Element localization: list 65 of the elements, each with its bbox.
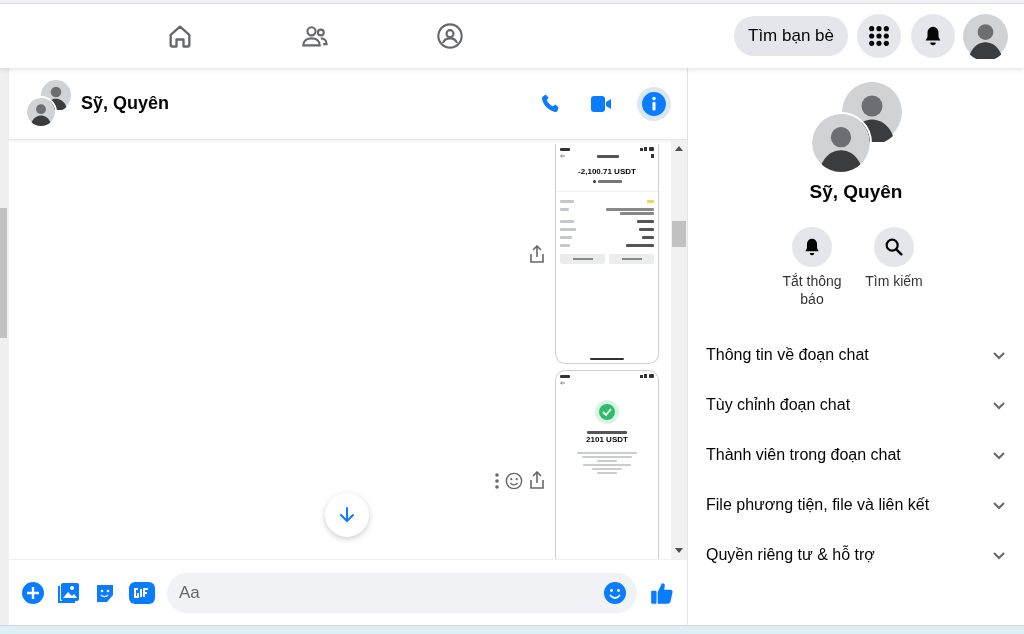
battery-icon [640,147,654,151]
phone-screenshot[interactable]: 2101 USDT [555,370,659,559]
info-button[interactable] [637,86,671,121]
mute-button[interactable] [792,226,832,267]
battery-icon [640,374,654,378]
section-row[interactable]: Tùy chỉnh đoạn chat [696,379,1016,430]
member-avatar[interactable] [810,112,872,174]
search-button[interactable] [874,226,914,267]
success-check-icon [594,399,620,425]
blurred-text [560,200,574,203]
find-friends-button[interactable]: Tìm bạn bè [734,16,848,56]
blurred-text [642,236,654,239]
section-row[interactable]: Thành viên trong đoạn chat [696,429,1016,480]
menu-button[interactable] [857,14,901,58]
message-input[interactable]: Aa [167,572,637,613]
info-icon [641,90,667,117]
emoji-icon[interactable] [603,580,627,605]
scroll-down-icon[interactable] [675,548,683,553]
amount-text: 2101 USDT [585,434,629,446]
phone-screenshot[interactable]: -2,100.71 USDT [555,144,659,364]
section-row[interactable]: Thông tin về đoạn chat [696,329,1016,380]
screen-button [609,254,654,264]
blurred-text [560,220,574,223]
blurred-text [639,228,654,231]
clock-icon [592,180,596,183]
section-row[interactable]: File phương tiện, file và liên kết [696,479,1016,530]
share-icon[interactable] [529,471,545,490]
scrollbar-thumb[interactable] [672,221,686,247]
back-icon [560,381,565,385]
image-icon[interactable] [57,580,81,605]
chat-name: Sỹ, Quyên [809,180,903,204]
scrollbar-thumb[interactable] [0,208,7,338]
action-label: Tắt thông báo [781,271,843,308]
profile-avatar[interactable] [963,13,1008,59]
back-icon [560,154,565,158]
status-time [560,147,570,151]
blurred-text [587,431,627,434]
chat-title: Sỹ, Quyên [81,92,171,115]
screen-button [560,254,605,264]
blurred-text [597,180,622,183]
share-icon[interactable] [529,245,545,264]
emoji-icon[interactable] [505,471,523,490]
blurred-text [597,154,619,158]
action-label: Tìm kiếm [865,271,923,290]
amount-text: -2,100.71 USDT [577,166,637,178]
blurred-text [560,228,576,231]
network-tag [647,200,654,203]
gif-icon[interactable] [129,581,155,604]
plus-icon[interactable] [21,580,45,605]
blurred-text [560,236,572,239]
status-time [560,374,570,378]
menu-icon [868,25,890,47]
notifications-button[interactable] [911,14,955,58]
blurred-text [637,220,654,223]
section-row[interactable]: Quyền riêng tư & hỗ trợ [696,529,1016,580]
blurred-text [560,208,569,211]
blurred-text [560,244,570,247]
copy-icon [651,154,654,158]
blurred-text [626,244,654,247]
scroll-down-button[interactable] [325,493,369,537]
groups-icon [435,22,464,50]
scroll-up-icon[interactable] [675,146,683,151]
more-icon[interactable] [495,472,499,489]
arrow-down-icon [338,506,356,524]
member-avatar[interactable] [25,95,57,128]
